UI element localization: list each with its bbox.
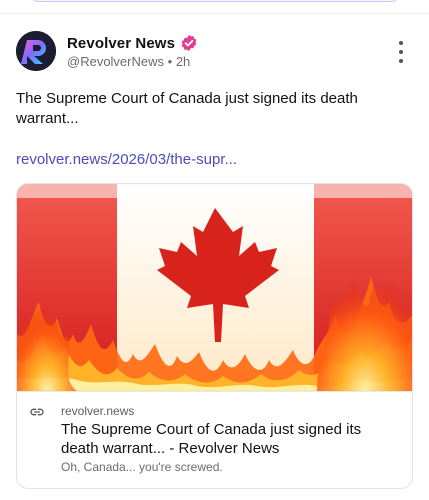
post-text: The Supreme Court of Canada just signed … bbox=[16, 90, 358, 127]
canada-flag-fire-image bbox=[17, 184, 412, 391]
card-title[interactable]: The Supreme Court of Canada just signed … bbox=[61, 420, 401, 458]
previous-post-edge bbox=[0, 0, 429, 14]
link-icon bbox=[30, 408, 44, 416]
more-options-icon[interactable] bbox=[393, 41, 409, 63]
author-name[interactable]: Revolver News bbox=[67, 35, 175, 52]
previous-post-button-edge[interactable] bbox=[32, 0, 398, 2]
author-row: Revolver News bbox=[67, 34, 198, 52]
card-domain: revolver.news bbox=[61, 404, 135, 418]
timestamp[interactable]: 2h bbox=[176, 54, 190, 69]
card-divider bbox=[17, 391, 412, 392]
author-handle[interactable]: @RevolverNews bbox=[67, 54, 164, 69]
verified-badge-icon bbox=[181, 34, 197, 52]
handle-row: @RevolverNews • 2h bbox=[67, 54, 190, 69]
post-link[interactable]: revolver.news/2026/03/the-supr... bbox=[16, 151, 237, 168]
avatar[interactable] bbox=[16, 31, 56, 71]
revolver-logo-icon bbox=[16, 31, 56, 71]
card-description: Oh, Canada... you're screwed. bbox=[61, 460, 223, 474]
separator: • bbox=[167, 54, 173, 69]
divider bbox=[0, 13, 429, 14]
link-preview-card[interactable]: revolver.news The Supreme Court of Canad… bbox=[16, 183, 413, 489]
